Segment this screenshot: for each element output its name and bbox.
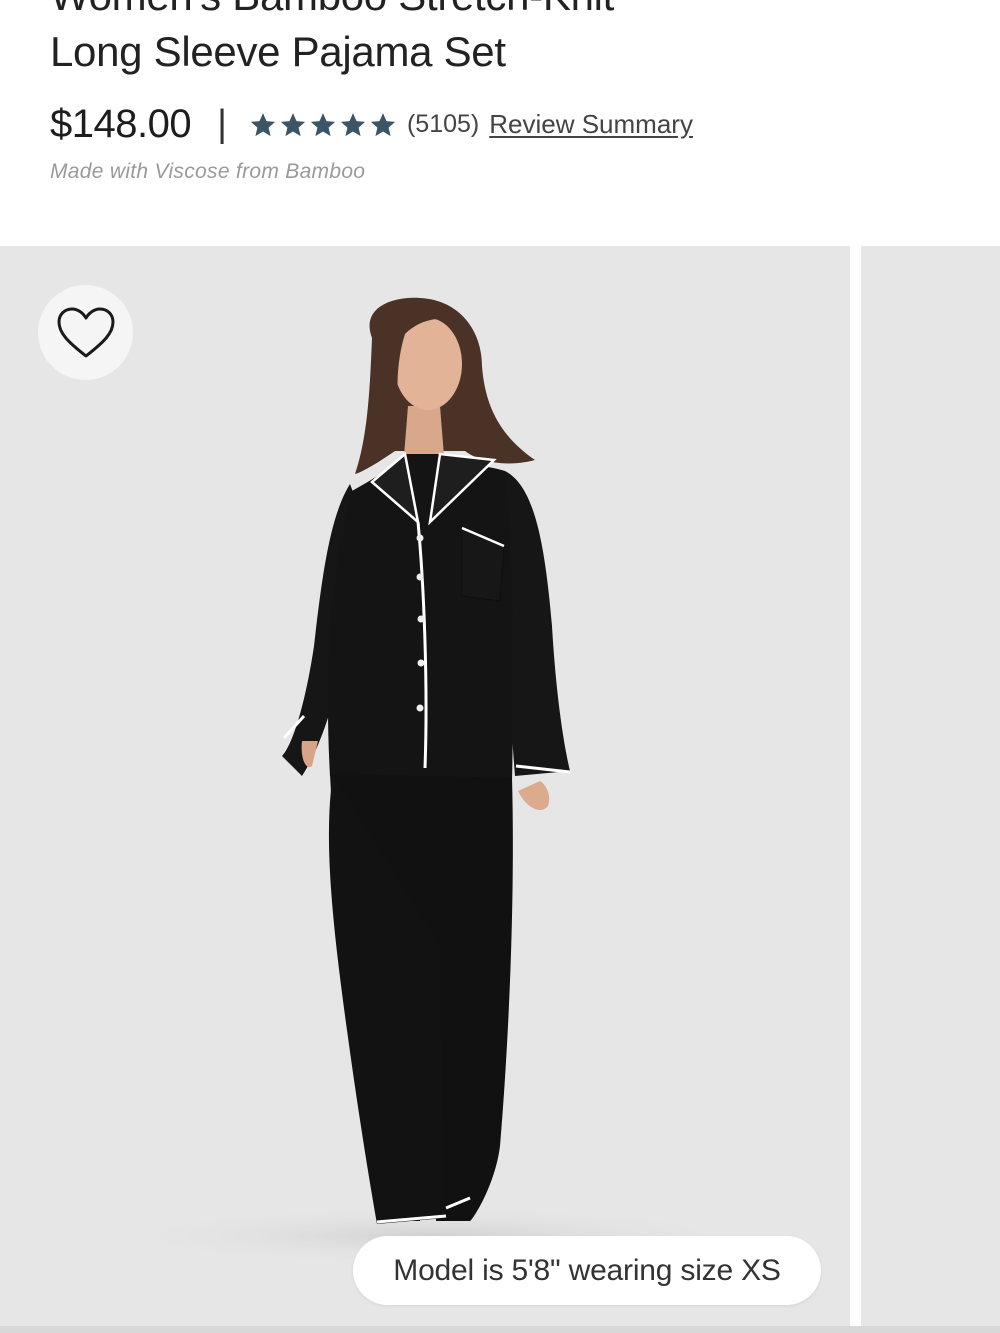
product-price: $148.00	[50, 101, 192, 146]
review-count[interactable]: (5105)	[407, 110, 479, 139]
star-icon	[340, 113, 366, 137]
gallery-slide-next[interactable]	[861, 246, 1000, 1326]
price-divider: |	[217, 102, 227, 145]
product-title-line-2: Long Sleeve Pajama Set	[50, 28, 506, 75]
star-icon	[280, 113, 306, 137]
product-image-gallery[interactable]: Model is 5'8" wearing size XS	[0, 246, 1000, 1333]
star-rating[interactable]	[249, 111, 397, 139]
price-rating-row: $148.00 | (5105) Review Summary	[50, 100, 693, 148]
favorite-button[interactable]	[38, 285, 133, 380]
star-icon	[310, 113, 336, 137]
gallery-bottom-divider	[0, 1326, 1000, 1333]
model-photo	[100, 297, 760, 1266]
star-icon	[370, 113, 396, 137]
heart-outline-icon	[57, 307, 114, 357]
product-header: Women's Bamboo Stretch-Knit Long Sleeve …	[0, 0, 1000, 246]
star-icon	[250, 113, 276, 137]
product-title-line-1: Women's Bamboo Stretch-Knit	[50, 0, 614, 20]
model-size-caption: Model is 5'8" wearing size XS	[353, 1236, 821, 1305]
gallery-slide-current[interactable]: Model is 5'8" wearing size XS	[0, 246, 850, 1326]
material-tagline: Made with Viscose from Bamboo	[50, 160, 366, 183]
review-summary-link[interactable]: Review Summary	[489, 109, 693, 140]
